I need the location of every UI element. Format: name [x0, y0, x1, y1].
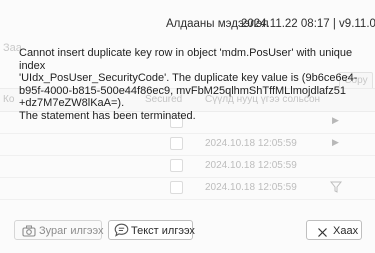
send-screenshot-label: Зураг илгээх	[39, 225, 104, 237]
screen: Заа Copy Ко Secured Сүүлд нууц үгээ соль…	[0, 0, 375, 253]
dialog-title-bar: Алдааны мэдээлэл 2024.11.22 08:17 | v9.1…	[0, 0, 375, 36]
close-button[interactable]: Хаах	[306, 220, 362, 240]
dialog-timestamp-version: 2024.11.22 08:17 | v9.11.0.1	[241, 18, 375, 30]
send-text-label: Текст илгээх	[131, 225, 195, 237]
camera-icon	[22, 224, 36, 244]
send-screenshot-button[interactable]: Зураг илгээх	[14, 220, 104, 240]
error-message: Cannot insert duplicate key row in objec…	[19, 47, 358, 122]
close-icon	[317, 225, 328, 245]
close-label: Хаах	[333, 225, 359, 237]
error-dialog: Алдааны мэдээлэл 2024.11.22 08:17 | v9.1…	[0, 0, 375, 253]
send-text-button[interactable]: Текст илгээх	[108, 220, 195, 240]
message-icon	[114, 223, 129, 244]
